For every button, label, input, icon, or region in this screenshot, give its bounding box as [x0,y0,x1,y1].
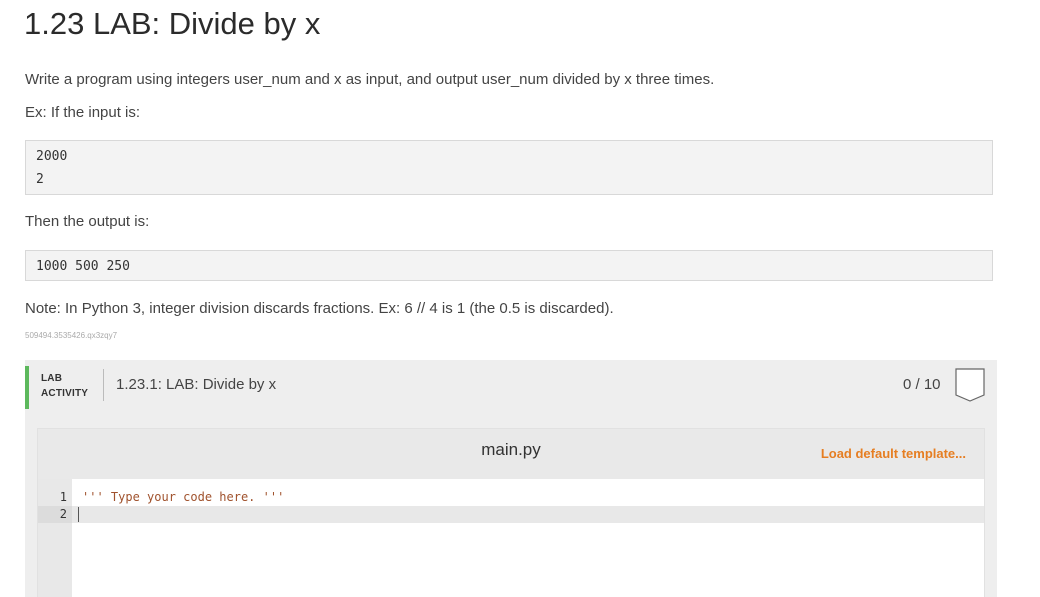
line-number: 2 [38,506,72,523]
editor-toolbar: main.py Load default template... [38,429,984,479]
editor-line[interactable]: 1 ''' Type your code here. ''' [38,489,984,506]
line-code: ''' Type your code here. ''' [82,490,285,504]
lab-tag-line2: ACTIVITY [41,388,89,399]
problem-description: Write a program using integers user_num … [25,71,715,88]
example-input-box: 2000 2 [25,140,993,195]
editor-line-active[interactable]: 2 [38,506,984,523]
lab-activity-panel: LAB ACTIVITY 1.23.1: LAB: Divide by x 0 … [25,360,997,597]
lab-activity-tag: LAB ACTIVITY [41,371,88,401]
tracking-id: 509494.3535426.qx3zqy7 [25,331,118,340]
example-output-box: 1000 500 250 [25,250,993,281]
note-text: Note: In Python 3, integer division disc… [25,300,614,317]
lab-activity-header: LAB ACTIVITY 1.23.1: LAB: Divide by x 0 … [25,360,997,410]
lab-tag-line1: LAB [41,373,63,384]
example-output-line: 1000 500 250 [36,259,130,274]
example-input-line: 2000 [36,149,68,164]
example-intro: Ex: If the input is: [25,104,141,121]
shield-badge-icon [955,368,985,402]
lab-activity-title: 1.23.1: LAB: Divide by x [116,376,277,393]
lab-header-divider [103,369,104,401]
page-title: 1.23 LAB: Divide by x [24,6,321,41]
lab-accent-bar [25,366,29,409]
output-intro: Then the output is: [25,213,150,230]
example-input-line: 2 [36,172,44,187]
lab-score: 0 / 10 [903,376,941,393]
load-default-template-link[interactable]: Load default template... [821,446,966,461]
code-editor: main.py Load default template... 1 ''' T… [37,428,985,597]
text-cursor [78,507,79,522]
line-number: 1 [59,490,67,504]
